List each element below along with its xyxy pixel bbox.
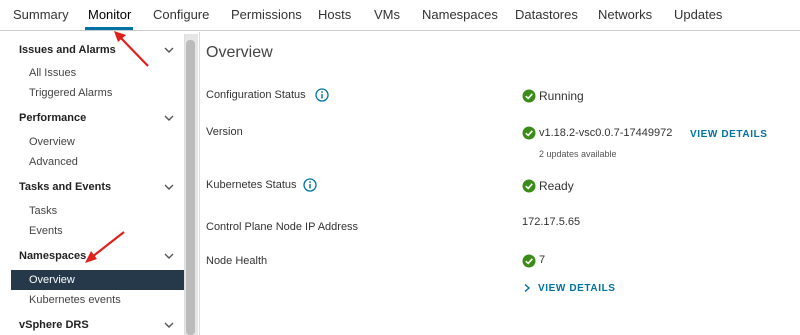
tab-networks[interactable]: Networks: [598, 7, 652, 22]
chevron-right-icon[interactable]: [522, 283, 532, 293]
sidebar-item-kubernetes-events[interactable]: Kubernetes events: [29, 294, 121, 306]
tab-bar: Summary Monitor Configure Permissions Ho…: [0, 0, 800, 31]
node-health-label: Node Health: [206, 255, 268, 267]
sidebar-group-tasks-and-events[interactable]: Tasks and Events: [19, 181, 111, 193]
chevron-down-icon[interactable]: [163, 319, 175, 331]
node-health-value: 7: [539, 254, 546, 266]
config-status-label: Configuration Status: [206, 89, 306, 101]
tab-summary[interactable]: Summary: [13, 7, 69, 22]
sidebar-item-events[interactable]: Events: [29, 225, 63, 237]
config-status-value: Running: [539, 89, 584, 103]
tab-vms[interactable]: VMs: [374, 7, 400, 22]
sidebar-item-triggered-alarms[interactable]: Triggered Alarms: [29, 87, 112, 99]
sidebar-group-namespaces[interactable]: Namespaces: [19, 250, 86, 262]
chevron-down-icon[interactable]: [163, 44, 175, 56]
tab-monitor[interactable]: Monitor: [88, 7, 131, 22]
sidebar-item-tasks[interactable]: Tasks: [29, 205, 57, 217]
control-plane-ip-value: 172.17.5.65: [522, 216, 581, 228]
updates-available-text: 2 updates available: [539, 149, 617, 159]
tab-configure[interactable]: Configure: [153, 7, 209, 22]
tab-permissions[interactable]: Permissions: [231, 7, 302, 22]
sidebar-item-performance-overview[interactable]: Overview: [29, 136, 75, 148]
active-tab-indicator: [85, 27, 133, 30]
tab-updates[interactable]: Updates: [674, 7, 722, 22]
chevron-down-icon[interactable]: [163, 181, 175, 193]
sidebar-scrollbar-thumb[interactable]: [186, 40, 195, 335]
success-check-icon: [522, 89, 536, 103]
version-value: v1.18.2-vsc0.0.7-17449972: [539, 127, 673, 139]
chevron-down-icon[interactable]: [163, 250, 175, 262]
k8s-status-label: Kubernetes Status: [206, 179, 297, 191]
node-health-view-details-link[interactable]: VIEW DETAILS: [538, 283, 616, 294]
version-label: Version: [206, 126, 243, 138]
sidebar-group-issues-and-alarms[interactable]: Issues and Alarms: [19, 44, 116, 56]
tab-namespaces[interactable]: Namespaces: [422, 7, 498, 22]
success-check-icon: [522, 126, 536, 140]
success-check-icon: [522, 179, 536, 193]
tab-hosts[interactable]: Hosts: [318, 7, 351, 22]
tab-datastores[interactable]: Datastores: [515, 7, 578, 22]
page-title: Overview: [206, 44, 273, 61]
sidebar-group-vsphere-drs[interactable]: vSphere DRS: [19, 319, 89, 331]
version-view-details-link[interactable]: VIEW DETAILS: [690, 129, 768, 140]
sidebar-divider: [199, 32, 200, 335]
chevron-down-icon[interactable]: [163, 112, 175, 124]
info-icon[interactable]: [303, 178, 317, 192]
control-plane-ip-label: Control Plane Node IP Address: [206, 221, 359, 233]
sidebar-item-all-issues[interactable]: All Issues: [29, 67, 76, 79]
info-icon[interactable]: [315, 88, 329, 102]
success-check-icon: [522, 254, 536, 268]
sidebar-item-namespaces-overview[interactable]: Overview: [29, 274, 75, 286]
sidebar-item-advanced[interactable]: Advanced: [29, 156, 78, 168]
sidebar-group-performance[interactable]: Performance: [19, 112, 86, 124]
k8s-status-value: Ready: [539, 179, 574, 193]
